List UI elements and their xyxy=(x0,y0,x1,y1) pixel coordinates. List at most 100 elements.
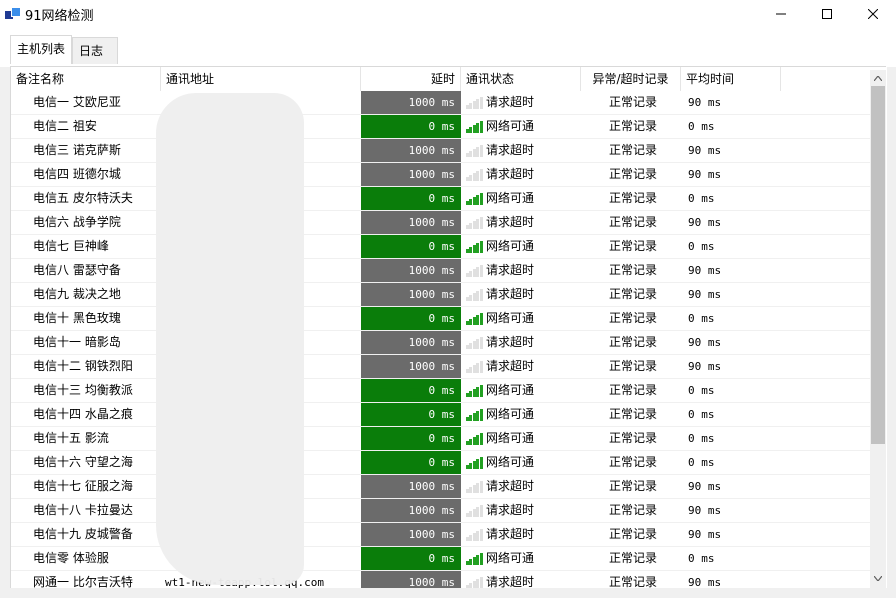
table-row[interactable]: 电信十五 影流 0 ms 网络可通 正常记录 0 ms xyxy=(11,427,871,451)
table-row[interactable]: 电信七 巨神峰 0 ms 网络可通 正常记录 0 ms xyxy=(11,235,871,259)
host-name: 电信十八 卡拉曼达 xyxy=(33,503,133,517)
title-bar: 91网络检测 xyxy=(0,0,896,27)
delay-value: 0 ms xyxy=(361,235,461,258)
host-name: 电信十三 均衡教派 xyxy=(33,383,133,397)
table-body: 电信一 艾欧尼亚 1000 ms 请求超时 正常记录 90 ms 电信二 祖安 0 ms 网络… xyxy=(11,91,871,588)
avg-time: 90 ms xyxy=(688,144,722,157)
signal-icon xyxy=(466,409,483,421)
avg-time: 0 ms xyxy=(688,192,715,205)
signal-icon xyxy=(466,145,483,157)
host-name: 电信七 巨神峰 xyxy=(33,239,109,253)
table-row[interactable]: 电信三 诺克萨斯 1000 ms 请求超时 正常记录 90 ms xyxy=(11,139,871,163)
signal-icon xyxy=(466,385,483,397)
status-cell: 请求超时 xyxy=(462,283,582,306)
delay-value: 1000 ms xyxy=(361,283,461,306)
app-icon xyxy=(5,6,21,20)
delay-value: 0 ms xyxy=(361,187,461,210)
status-text: 请求超时 xyxy=(486,215,535,229)
status-text: 请求超时 xyxy=(486,143,535,157)
table-row[interactable]: 电信十七 征服之海 1000 ms 请求超时 正常记录 90 ms xyxy=(11,475,871,499)
signal-icon xyxy=(466,553,483,565)
column-header-record[interactable]: 异常/超时记录 xyxy=(581,67,681,91)
minimize-button[interactable] xyxy=(758,0,804,27)
signal-icon xyxy=(466,337,483,349)
host-name: 电信十五 影流 xyxy=(33,431,109,445)
column-header-name[interactable]: 备注名称 xyxy=(11,67,161,91)
tab-log[interactable]: 日志 xyxy=(72,37,118,64)
column-header-address[interactable]: 通讯地址 xyxy=(161,67,361,91)
record-value: 正常记录 xyxy=(608,287,657,301)
table-row[interactable]: 电信十八 卡拉曼达 1000 ms 请求超时 正常记录 90 ms xyxy=(11,499,871,523)
table-row[interactable]: 电信五 皮尔特沃夫 0 ms 网络可通 正常记录 0 ms xyxy=(11,187,871,211)
status-cell: 请求超时 xyxy=(462,163,582,186)
avg-time: 0 ms xyxy=(688,456,715,469)
scroll-up-icon[interactable] xyxy=(870,70,886,86)
table-row[interactable]: 电信十四 水晶之痕 0 ms 网络可通 正常记录 0 ms xyxy=(11,403,871,427)
table-row[interactable]: 网通一 比尔吉沃特wt1-new-teapp.lol.qq.com1000 ms… xyxy=(11,571,871,588)
table-row[interactable]: 电信十二 钢铁烈阳 1000 ms 请求超时 正常记录 90 ms xyxy=(11,355,871,379)
table-row[interactable]: 电信九 裁决之地 1000 ms 请求超时 正常记录 90 ms xyxy=(11,283,871,307)
signal-icon xyxy=(466,577,483,588)
table-row[interactable]: 电信十 黑色玫瑰 0 ms 网络可通 正常记录 0 ms xyxy=(11,307,871,331)
maximize-button[interactable] xyxy=(804,0,850,27)
scroll-thumb[interactable] xyxy=(871,86,885,444)
signal-icon xyxy=(466,217,483,229)
host-name: 电信十九 皮城警备 xyxy=(33,527,133,541)
status-text: 请求超时 xyxy=(486,575,535,588)
record-value: 正常记录 xyxy=(608,407,657,421)
avg-time: 90 ms xyxy=(688,336,722,349)
table-row[interactable]: 电信十六 守望之海 0 ms 网络可通 正常记录 0 ms xyxy=(11,451,871,475)
avg-time: 0 ms xyxy=(688,408,715,421)
delay-value: 0 ms xyxy=(361,547,461,570)
record-value: 正常记录 xyxy=(608,575,657,588)
status-text: 网络可通 xyxy=(486,455,535,469)
column-header-delay[interactable]: 延时 xyxy=(361,67,461,91)
delay-value: 1000 ms xyxy=(361,259,461,282)
vertical-scrollbar[interactable] xyxy=(870,70,886,588)
table-row[interactable]: 电信四 班德尔城 1000 ms 请求超时 正常记录 90 ms xyxy=(11,163,871,187)
status-text: 请求超时 xyxy=(486,527,535,541)
status-text: 请求超时 xyxy=(486,503,535,517)
host-name: 电信九 裁决之地 xyxy=(33,287,121,301)
scroll-down-icon[interactable] xyxy=(870,570,886,586)
status-cell: 网络可通 xyxy=(462,187,582,210)
status-text: 请求超时 xyxy=(486,335,535,349)
table-row[interactable]: 电信二 祖安 0 ms 网络可通 正常记录 0 ms xyxy=(11,115,871,139)
delay-value: 0 ms xyxy=(361,115,461,138)
record-value: 正常记录 xyxy=(608,479,657,493)
delay-value: 1000 ms xyxy=(361,571,461,588)
close-button[interactable] xyxy=(850,0,896,27)
table-row[interactable]: 电信十一 暗影岛 1000 ms 请求超时 正常记录 90 ms xyxy=(11,331,871,355)
signal-icon xyxy=(466,481,483,493)
signal-icon xyxy=(466,193,483,205)
minimize-icon xyxy=(776,13,786,14)
table-row[interactable]: 电信十三 均衡教派 0 ms 网络可通 正常记录 0 ms xyxy=(11,379,871,403)
avg-time: 90 ms xyxy=(688,288,722,301)
column-header-avg[interactable]: 平均时间 xyxy=(681,67,781,91)
delay-value: 0 ms xyxy=(361,379,461,402)
record-value: 正常记录 xyxy=(608,311,657,325)
avg-time: 0 ms xyxy=(688,384,715,397)
avg-time: 0 ms xyxy=(688,552,715,565)
record-value: 正常记录 xyxy=(608,359,657,373)
signal-icon xyxy=(466,529,483,541)
table-row[interactable]: 电信零 体验服 0 ms 网络可通 正常记录 0 ms xyxy=(11,547,871,571)
status-cell: 请求超时 xyxy=(462,355,582,378)
host-name: 电信五 皮尔特沃夫 xyxy=(33,191,133,205)
column-header-status[interactable]: 通讯状态 xyxy=(461,67,581,91)
table-row[interactable]: 电信六 战争学院 1000 ms 请求超时 正常记录 90 ms xyxy=(11,211,871,235)
table-row[interactable]: 电信一 艾欧尼亚 1000 ms 请求超时 正常记录 90 ms xyxy=(11,91,871,115)
signal-icon xyxy=(466,121,483,133)
tab-host-list[interactable]: 主机列表 xyxy=(10,35,72,64)
status-text: 请求超时 xyxy=(486,263,535,277)
host-name: 电信十六 守望之海 xyxy=(33,455,133,469)
avg-time: 0 ms xyxy=(688,312,715,325)
avg-time: 90 ms xyxy=(688,480,722,493)
table-row[interactable]: 电信八 雷瑟守备 1000 ms 请求超时 正常记录 90 ms xyxy=(11,259,871,283)
host-name: 电信一 艾欧尼亚 xyxy=(33,95,121,109)
status-cell: 请求超时 xyxy=(462,523,582,546)
delay-value: 1000 ms xyxy=(361,163,461,186)
table-row[interactable]: 电信十九 皮城警备 1000 ms 请求超时 正常记录 90 ms xyxy=(11,523,871,547)
host-name: 电信十二 钢铁烈阳 xyxy=(33,359,133,373)
redaction-mask xyxy=(156,93,304,585)
